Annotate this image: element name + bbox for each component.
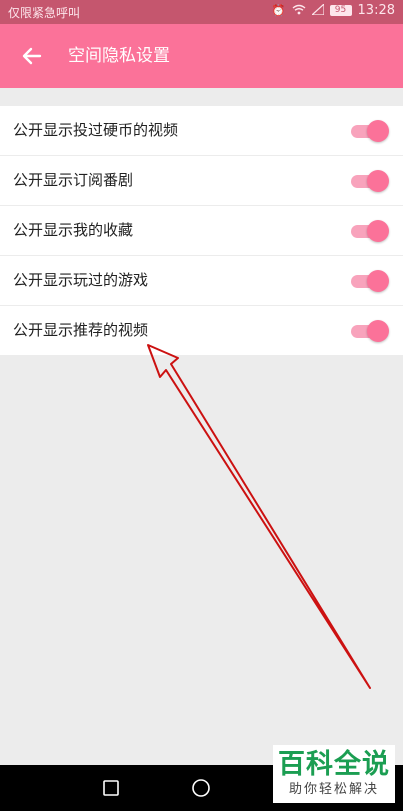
status-bar: 仅限紧急呼叫 ⏰ 95 13:28 [0,0,403,24]
privacy-settings-list: 公开显示投过硬币的视频 公开显示订阅番剧 公开显示我的收藏 公开显示玩过的游戏 … [0,106,403,355]
watermark-logo: 百科全说 助你轻松解决 [273,745,395,803]
setting-label: 公开显示玩过的游戏 [13,271,149,289]
toggle-thumb [367,170,389,192]
setting-row-favorites[interactable]: 公开显示我的收藏 [0,206,403,256]
wifi-icon [292,4,306,18]
carrier-text: 仅限紧急呼叫 [8,6,81,20]
app-bar: 空间隐私设置 [0,24,403,88]
toggle-thumb [367,120,389,142]
alarm-icon: ⏰ [271,4,286,17]
toggle-switch[interactable] [351,120,389,142]
arrow-left-icon[interactable] [20,44,44,68]
setting-row-coins[interactable]: 公开显示投过硬币的视频 [0,106,403,156]
setting-row-recommended[interactable]: 公开显示推荐的视频 [0,306,403,355]
square-recents-icon[interactable] [101,778,121,798]
setting-label: 公开显示投过硬币的视频 [13,121,179,139]
setting-label: 公开显示我的收藏 [13,221,134,239]
status-icons: ⏰ 95 13:28 [271,2,395,18]
watermark-sub-text: 助你轻松解决 [288,782,379,797]
toggle-switch[interactable] [351,170,389,192]
toggle-thumb [367,270,389,292]
setting-label: 公开显示推荐的视频 [13,321,149,339]
page-title: 空间隐私设置 [68,46,170,66]
setting-row-bangumi[interactable]: 公开显示订阅番剧 [0,156,403,206]
watermark-main-text: 百科全说 [278,749,390,780]
toggle-switch[interactable] [351,320,389,342]
setting-label: 公开显示订阅番剧 [13,171,134,189]
toggle-thumb [367,320,389,342]
setting-row-games[interactable]: 公开显示玩过的游戏 [0,256,403,306]
toggle-switch[interactable] [351,270,389,292]
toggle-thumb [367,220,389,242]
clock: 13:28 [357,3,395,18]
toggle-switch[interactable] [351,220,389,242]
circle-home-icon[interactable] [191,778,211,798]
signal-icon [309,2,325,18]
battery-indicator: 95 [329,5,352,16]
